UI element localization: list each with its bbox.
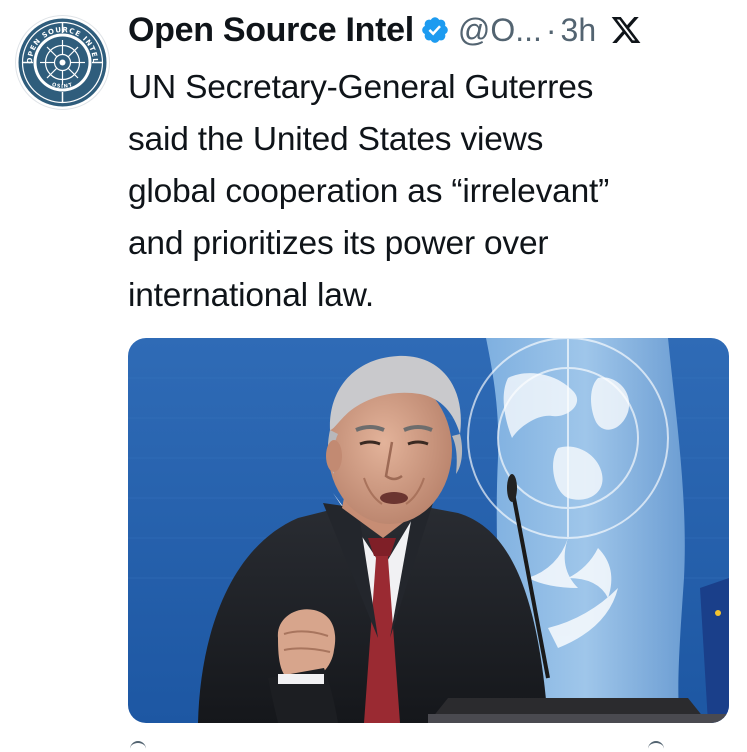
tweet-text-line: UN Secretary-General Guterres — [128, 69, 594, 106]
avatar[interactable]: OPEN SOURCE INTEL OSINT — [14, 14, 111, 111]
reply-icon[interactable] — [130, 741, 146, 752]
tweet-text-line: global cooperation as “irrelevant” — [128, 173, 610, 210]
verified-badge-icon[interactable] — [420, 15, 450, 45]
tweet-text-line: and prioritizes its power over — [128, 225, 549, 262]
tweet-text-line: international law. — [128, 277, 374, 314]
handle[interactable]: @O... — [458, 12, 542, 49]
osint-logo-icon: OPEN SOURCE INTEL OSINT — [15, 15, 110, 110]
tweet-card[interactable]: OPEN SOURCE INTEL OSINT Open Source Inte… — [0, 0, 747, 750]
separator: · — [545, 11, 557, 48]
tweet-text: UN Secretary-General Guterres said the U… — [128, 62, 728, 322]
tweet-text-line: said the United States views — [128, 121, 544, 158]
display-name[interactable]: Open Source Intel — [128, 11, 414, 50]
x-logo-icon — [610, 14, 642, 46]
share-icon[interactable] — [648, 741, 664, 752]
timestamp[interactable]: 3h — [561, 12, 597, 49]
photo-image — [128, 338, 729, 723]
tweet-photo[interactable] — [128, 338, 729, 723]
tweet-header: Open Source Intel @O... · 3h — [128, 4, 733, 56]
